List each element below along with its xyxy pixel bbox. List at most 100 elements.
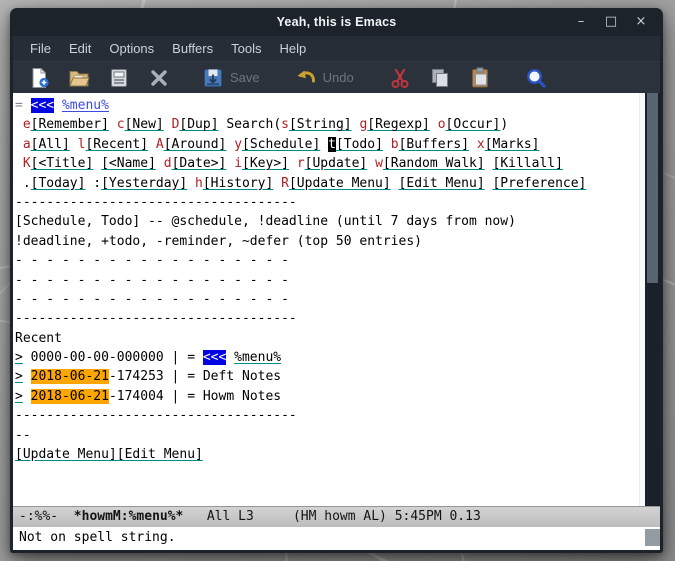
menu-link[interactable]: %menu%	[62, 98, 109, 113]
buffer-line: - - - - - - - - - - - - - - - - - -	[15, 290, 639, 309]
date-highlight: 2018-06-21	[30, 388, 109, 404]
menu-link[interactable]: [Todo]	[336, 137, 383, 152]
menu-tools[interactable]: Tools	[222, 38, 270, 59]
menu-link[interactable]: [Buffers]	[399, 137, 469, 152]
text-segment	[469, 137, 477, 152]
close-buffer-button[interactable]	[143, 64, 175, 92]
buffer-line: - - - - - - - - - - - - - - - - - -	[15, 271, 639, 290]
menu-link[interactable]: [Yesterday]	[101, 176, 187, 191]
menu-link[interactable]: [Key>]	[242, 156, 289, 171]
text-segment	[23, 369, 31, 384]
menu-help[interactable]: Help	[270, 38, 315, 59]
text-segment: --	[15, 427, 31, 443]
buffer-line: > 2018-06-21-174253 | = Deft Notes	[15, 367, 639, 386]
buffer-line: ------------------------------------	[15, 406, 639, 425]
title-bar[interactable]: Yeah, this is Emacs – □ ×	[13, 8, 660, 36]
menu-link[interactable]: [Regexp]	[367, 117, 430, 132]
shortcut-key: A	[155, 136, 164, 152]
buffer-line: e[Remember] c[New] D[Dup] Search(s[Strin…	[15, 115, 639, 134]
menu-link[interactable]: [Occur]	[446, 117, 501, 132]
menu-link[interactable]: [Edit Menu]	[399, 176, 485, 191]
menu-link[interactable]: [Around]	[164, 137, 227, 152]
menu-link[interactable]: [Recent]	[85, 137, 148, 152]
text-segment: Recent	[15, 330, 62, 346]
menu-edit[interactable]: Edit	[60, 38, 100, 59]
buffer-line: ------------------------------------	[15, 309, 639, 328]
text-segment: :	[85, 175, 102, 191]
new-file-button[interactable]	[23, 64, 55, 92]
text-segment	[430, 117, 438, 132]
modeline-status: All L3 (HM howm AL) 5:45PM 0.13	[183, 509, 481, 524]
menu-link[interactable]: [All]	[31, 137, 70, 152]
undo-button[interactable]: Undo	[290, 64, 358, 92]
menu-link[interactable]: >	[15, 389, 23, 404]
menu-link[interactable]: [Marks]	[485, 137, 540, 152]
text-segment	[54, 98, 62, 113]
text-segment: .	[15, 175, 31, 191]
date-highlight: 2018-06-21	[30, 369, 109, 385]
new-file-icon	[32, 67, 49, 88]
buffer-line: a[All] l[Recent] A[Around] y[Schedule] t…	[15, 135, 639, 154]
menu-link[interactable]: [Schedule]	[242, 137, 320, 152]
buffer-content[interactable]: = <<< %menu% e[Remember] c[New] D[Dup] S…	[13, 93, 639, 506]
menu-link[interactable]: [<Name]	[101, 156, 156, 171]
menu-link[interactable]: [<Title]	[31, 156, 94, 171]
menu-link[interactable]: [Random Walk]	[383, 156, 485, 171]
buffer-line: [Update Menu][Edit Menu]	[15, 445, 639, 464]
menu-link[interactable]: [Remember]	[31, 117, 109, 132]
close-button[interactable]: ×	[630, 12, 652, 32]
shortcut-key: h	[195, 175, 203, 191]
scrollbar-track[interactable]	[645, 93, 660, 506]
text-segment	[156, 156, 164, 171]
menu-file[interactable]: File	[21, 38, 60, 59]
text-segment: - - - - - - - - - - - - - - - - - -	[15, 291, 289, 307]
text-segment: ------------------------------------	[15, 408, 297, 424]
paste-button[interactable]	[464, 64, 496, 92]
menu-link[interactable]: [Killall]	[493, 156, 563, 171]
menu-link[interactable]: [Preference]	[492, 176, 586, 191]
menu-link[interactable]: [Date>]	[172, 156, 227, 171]
text-segment: - - - - - - - - - - - - - - - - - -	[15, 272, 289, 288]
menu-marker-highlight: <<<	[202, 350, 227, 366]
menu-link[interactable]: [Update Menu]	[15, 447, 117, 462]
open-folder-button[interactable]	[63, 64, 95, 92]
menu-link[interactable]: [History]	[203, 176, 273, 191]
menu-link[interactable]: [String]	[289, 117, 352, 132]
file-cabinet-button[interactable]	[103, 64, 135, 92]
menu-buffers[interactable]: Buffers	[163, 38, 222, 59]
menu-link[interactable]: [Dup]	[179, 117, 218, 132]
menu-link[interactable]: [Today]	[31, 176, 86, 191]
menu-link[interactable]: [Update Menu]	[289, 176, 391, 191]
save-label: Save	[230, 70, 260, 85]
search-button[interactable]	[520, 64, 552, 92]
menu-link[interactable]: >	[15, 350, 23, 365]
buffer-line: !deadline, +todo, -reminder, ~defer (top…	[15, 232, 639, 251]
cut-button[interactable]	[384, 64, 416, 92]
save-button[interactable]: Save	[197, 64, 264, 92]
mode-line: -:%%- *howmM:%menu%* All L3 (HM howm AL)…	[13, 506, 660, 527]
undo-icon	[297, 70, 315, 82]
scrollbar-thumb[interactable]	[647, 93, 658, 283]
menu-link[interactable]: [Update]	[305, 156, 368, 171]
emacs-window: Yeah, this is Emacs – □ × File Edit Opti…	[10, 8, 663, 553]
shortcut-key: a	[22, 136, 31, 152]
menu-link[interactable]: [Edit Menu]	[117, 447, 203, 462]
text-segment: -174253 | = Deft Notes	[108, 369, 282, 385]
resize-grip[interactable]	[645, 529, 660, 546]
title-mark: =	[15, 98, 31, 113]
text-segment	[23, 389, 31, 404]
text-segment: )	[500, 117, 509, 133]
maximize-button[interactable]: □	[600, 12, 622, 32]
undo-label: Undo	[322, 70, 354, 85]
menu-link[interactable]: %menu%	[234, 350, 281, 365]
shortcut-key: w	[375, 156, 383, 172]
text-segment: [Schedule, Todo] -- @schedule, !deadline…	[15, 214, 516, 230]
text-segment	[320, 137, 328, 152]
copy-button[interactable]	[424, 64, 456, 92]
window-title: Yeah, this is Emacs	[276, 15, 397, 29]
menu-options[interactable]: Options	[100, 38, 163, 59]
minimize-button[interactable]: –	[570, 12, 592, 32]
menu-link[interactable]: [New]	[125, 117, 164, 132]
menu-link[interactable]: >	[15, 369, 23, 384]
menu-marker-highlight: <<<	[30, 98, 55, 113]
